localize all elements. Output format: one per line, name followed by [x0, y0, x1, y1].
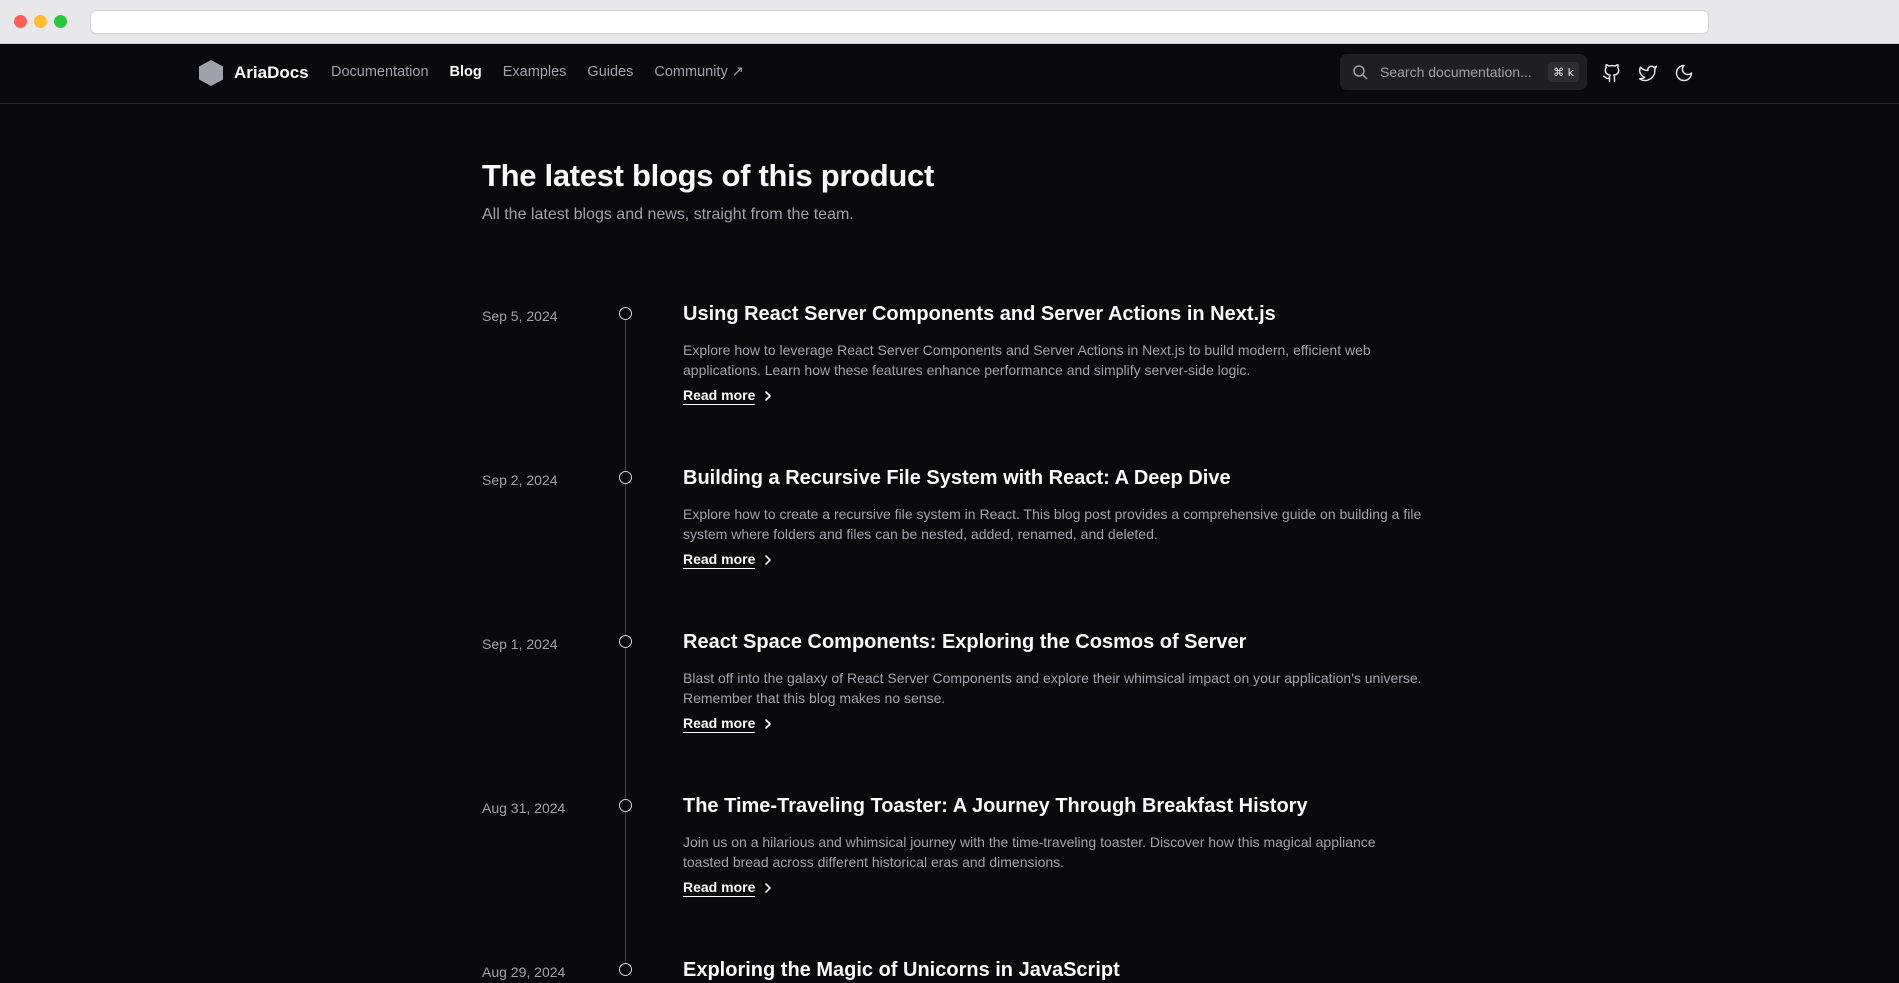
maximize-window-button[interactable]: [54, 15, 67, 28]
post-date: Sep 5, 2024: [482, 308, 558, 324]
moon-icon[interactable]: [1674, 63, 1694, 83]
post-description: Blast off into the galaxy of React Serve…: [683, 670, 1422, 706]
browser-chrome: [0, 0, 1899, 44]
post-date: Aug 31, 2024: [482, 800, 566, 816]
read-more-label: Read more: [683, 879, 756, 897]
post-date: Sep 2, 2024: [482, 472, 558, 488]
brand-logo[interactable]: AriaDocs: [198, 59, 309, 87]
twitter-icon[interactable]: [1638, 63, 1658, 83]
timeline-marker: [619, 307, 632, 320]
hexagon-logo-icon: [199, 60, 223, 86]
timeline-marker: [619, 799, 632, 812]
main-nav: Documentation Blog Examples Guides Commu…: [331, 64, 744, 80]
github-icon[interactable]: [1602, 63, 1622, 83]
post-description: Join us on a hilarious and whimsical jou…: [683, 834, 1376, 870]
nav-link-guides[interactable]: Guides: [587, 64, 633, 80]
page-subtitle: All the latest blogs and news, straight …: [482, 206, 854, 223]
blog-post: Aug 29, 2024 Exploring the Magic of Unic…: [0, 959, 1899, 983]
read-more-link[interactable]: Read more: [683, 387, 775, 405]
timeline-marker: [619, 963, 632, 976]
read-more-link[interactable]: Read more: [683, 715, 775, 733]
site-navbar: AriaDocs Documentation Blog Examples Gui…: [0, 44, 1899, 104]
read-more-link[interactable]: Read more: [683, 551, 775, 569]
timeline-marker: [619, 635, 632, 648]
blog-post: Sep 5, 2024 Using React Server Component…: [0, 303, 1899, 463]
timeline-marker: [619, 471, 632, 484]
chevron-right-icon: [765, 555, 772, 565]
post-title-link[interactable]: React Space Components: Exploring the Co…: [683, 631, 1246, 654]
post-date: Sep 1, 2024: [482, 636, 558, 652]
search-shortcut-badge: ⌘ k: [1548, 62, 1579, 82]
chevron-right-icon: [765, 719, 772, 729]
post-description: Explore how to create a recursive file s…: [683, 506, 1422, 542]
chevron-right-icon: [765, 391, 772, 401]
read-more-label: Read more: [683, 387, 756, 405]
blog-post: Aug 31, 2024 The Time-Traveling Toaster:…: [0, 795, 1899, 955]
blog-post: Sep 2, 2024 Building a Recursive File Sy…: [0, 467, 1899, 627]
post-title-link[interactable]: The Time-Traveling Toaster: A Journey Th…: [683, 795, 1308, 818]
search-placeholder: Search documentation...: [1380, 64, 1532, 80]
nav-link-examples[interactable]: Examples: [503, 64, 567, 80]
nav-link-community[interactable]: Community ↗: [654, 64, 744, 80]
read-more-label: Read more: [683, 551, 756, 569]
chevron-right-icon: [765, 883, 772, 893]
read-more-link[interactable]: Read more: [683, 879, 775, 897]
brand-name: AriaDocs: [234, 63, 309, 82]
nav-link-documentation[interactable]: Documentation: [331, 64, 429, 80]
page-title: The latest blogs of this product: [482, 158, 934, 193]
search-icon: [1353, 65, 1368, 80]
blog-post: Sep 1, 2024 React Space Components: Expl…: [0, 631, 1899, 791]
nav-link-blog[interactable]: Blog: [450, 64, 482, 80]
search-button[interactable]: Search documentation... ⌘ k: [1340, 54, 1587, 90]
post-date: Aug 29, 2024: [482, 964, 566, 980]
close-window-button[interactable]: [14, 15, 27, 28]
post-description: Explore how to leverage React Server Com…: [683, 342, 1371, 378]
post-title-link[interactable]: Exploring the Magic of Unicorns in JavaS…: [683, 959, 1120, 982]
read-more-label: Read more: [683, 715, 756, 733]
post-title-link[interactable]: Using React Server Components and Server…: [683, 303, 1276, 326]
address-bar[interactable]: [90, 10, 1709, 34]
post-title-link[interactable]: Building a Recursive File System with Re…: [683, 467, 1231, 490]
minimize-window-button[interactable]: [34, 15, 47, 28]
